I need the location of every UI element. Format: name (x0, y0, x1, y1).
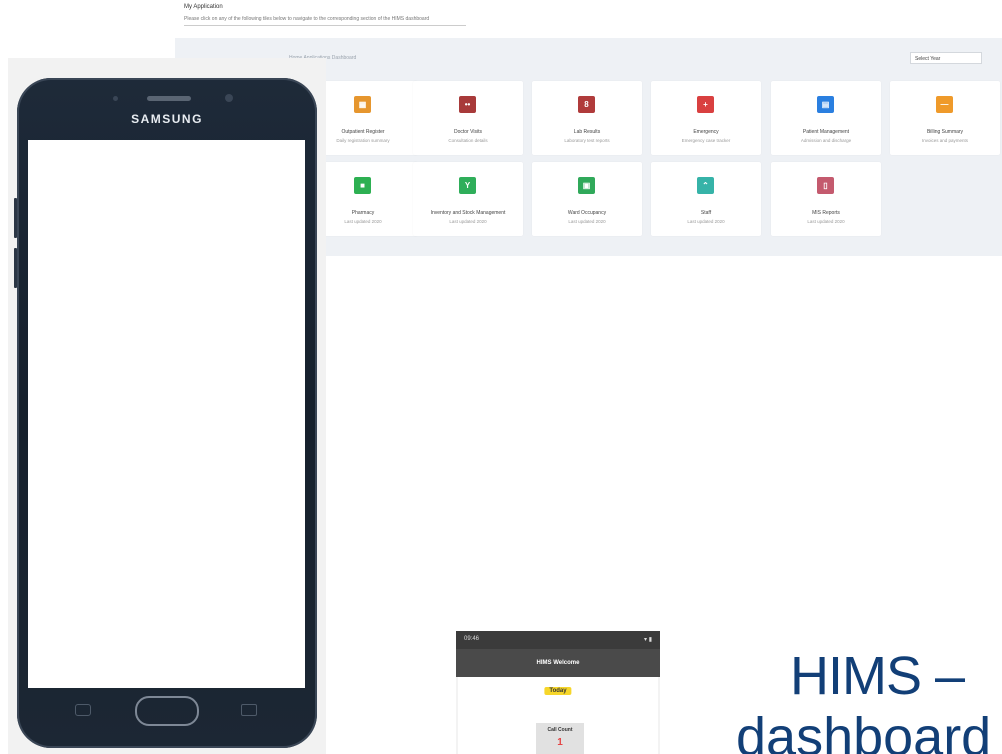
app-tile[interactable]: ▤ Patient Management Admission and dischar… (771, 81, 881, 155)
status-time: 09:46 (464, 636, 480, 642)
today-badge[interactable]: Today (544, 687, 572, 695)
back-key-icon (75, 704, 91, 716)
phone-mockup: SAMSUNG (8, 58, 326, 754)
app-content: Today Call Count 1 (458, 677, 658, 754)
tile-subtitle: Last updated 2020 (344, 219, 382, 224)
tile-subtitle: Last updated 2020 (687, 219, 725, 224)
tile-subtitle: Emergency case tracker (681, 138, 731, 143)
app-bar-title: HIMS Welcome (456, 649, 660, 677)
patient-icon: ▤ (817, 96, 834, 113)
emergency-icon: + (697, 96, 714, 113)
doctor-icon: •• (459, 96, 476, 113)
page-title: My Application (184, 4, 223, 10)
call-count-card[interactable]: Call Count 1 (536, 723, 584, 754)
tile-subtitle: Last updated 2020 (807, 219, 845, 224)
app-tile[interactable]: ▯ MIS Reports Last updated 2020 (771, 162, 881, 236)
lab-icon: 8 (578, 96, 595, 113)
phone-brand: SAMSUNG (131, 112, 203, 126)
volume-button (14, 198, 17, 238)
ward-icon: ▣ (578, 177, 595, 194)
recent-apps-icon (241, 704, 257, 716)
tile-name: Emergency (693, 129, 719, 135)
tile-subtitle: Invoices and payments (921, 138, 969, 143)
tile-subtitle: Laboratory test reports (564, 138, 610, 143)
tile-name: Ward Occupancy (567, 210, 607, 216)
headline-line1: HIMS – (790, 646, 965, 706)
tile-name: Pharmacy (351, 210, 375, 216)
register-icon: ▦ (354, 96, 371, 113)
app-tile[interactable]: + Emergency Emergency case tracker (651, 81, 761, 155)
call-count-value: 1 (557, 737, 563, 748)
app-tile[interactable]: ⌃ Staff Last updated 2020 (651, 162, 761, 236)
app-tile[interactable]: ▣ Ward Occupancy Last updated 2020 (532, 162, 642, 236)
headline-line2: dashboard (736, 712, 992, 754)
volume-button (14, 248, 17, 288)
staff-icon: ⌃ (697, 177, 714, 194)
billing-icon: — (936, 96, 953, 113)
pharmacy-icon: ■ (354, 177, 371, 194)
reports-icon: ▯ (817, 177, 834, 194)
tile-name: Outpatient Register (341, 129, 385, 135)
app-tile[interactable]: Y Inventory and Stock Management Last upda… (413, 162, 523, 236)
app-tile[interactable]: — Billing Summary Invoices and payments (890, 81, 1000, 155)
call-count-label: Call Count (547, 727, 573, 733)
tile-name: Staff (700, 210, 712, 216)
page-header: My Application Please click on any of th… (180, 0, 1002, 40)
tile-subtitle: Consultation details (448, 138, 488, 143)
tile-subtitle: Admission and discharge (800, 138, 852, 143)
tile-subtitle: Last updated 2020 (449, 219, 487, 224)
status-bar: 09:46 ▾ ▮ (456, 631, 660, 649)
tile-name: Billing Summary (926, 129, 964, 135)
mobile-app-preview: 09:46 ▾ ▮ HIMS Welcome Today Call Count … (456, 631, 660, 754)
year-select[interactable]: Select Year (910, 52, 982, 64)
tile-name: Lab Results (573, 129, 601, 135)
tile-subtitle: Daily registration summary (336, 138, 390, 143)
camera-icon (225, 94, 233, 102)
page-subtitle: Please click on any of the following til… (184, 16, 466, 26)
tile-name: Patient Management (802, 129, 850, 135)
phone-body: SAMSUNG (14, 78, 317, 748)
headline-line2-clip: dashboard (736, 712, 1002, 754)
home-button[interactable] (135, 696, 199, 726)
tile-name: Doctor Visits (454, 129, 482, 135)
app-tile[interactable]: 8 Lab Results Laboratory test reports (532, 81, 642, 155)
tile-name: MIS Reports (812, 210, 840, 216)
app-tile[interactable]: •• Doctor Visits Consultation details (413, 81, 523, 155)
signal-icon: ▾ ▮ (644, 637, 652, 643)
tile-subtitle: Last updated 2020 (568, 219, 606, 224)
phone-screen (28, 140, 305, 688)
tile-name: Inventory and Stock Management (430, 210, 506, 216)
inventory-icon: Y (459, 177, 476, 194)
speaker-grille (147, 96, 191, 101)
sensor-icon (113, 96, 118, 101)
